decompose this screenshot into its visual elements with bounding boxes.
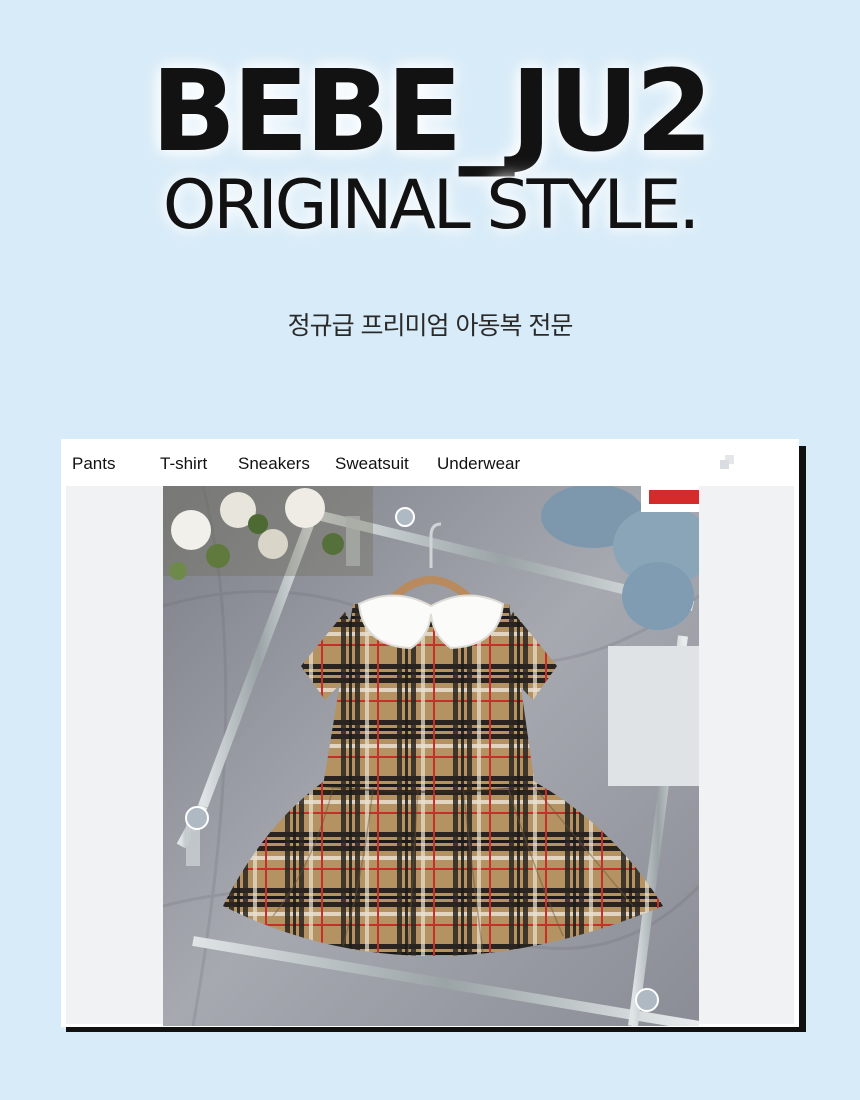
- brand-title: BEBE_JU2: [150, 47, 713, 177]
- category-tabs: Pants T-shirt Sneakers Sweatsuit Underwe…: [62, 440, 798, 486]
- plaid-dress-photo[interactable]: [163, 486, 699, 1026]
- tab-underwear[interactable]: Underwear: [437, 453, 520, 475]
- product-card: Pants T-shirt Sneakers Sweatsuit Underwe…: [61, 439, 799, 1027]
- tab-t-shirt[interactable]: T-shirt: [160, 453, 207, 475]
- tab-sneakers[interactable]: Sneakers: [238, 453, 310, 475]
- tab-sweatsuit[interactable]: Sweatsuit: [335, 453, 409, 475]
- subtitle: 정규급 프리미엄 아동복 전문: [287, 311, 574, 340]
- product-image-panel: [66, 486, 794, 1026]
- tab-pants[interactable]: Pants: [72, 453, 115, 475]
- copy-icon[interactable]: [720, 455, 736, 471]
- tagline: ORIGINAL STYLE.: [162, 166, 700, 245]
